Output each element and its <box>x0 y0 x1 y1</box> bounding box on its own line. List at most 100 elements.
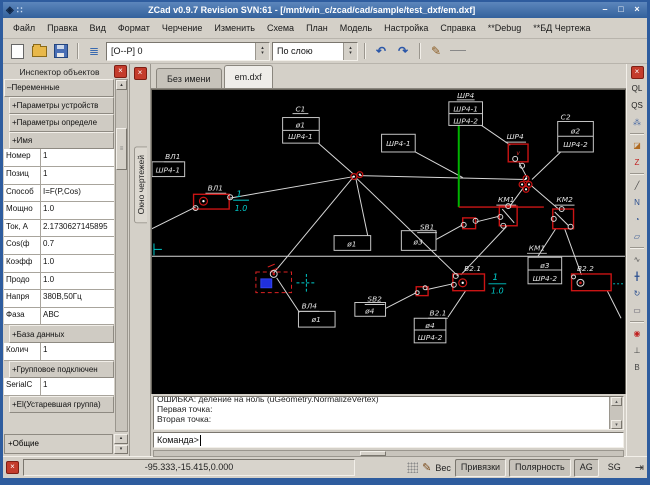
prop-value[interactable]: 1 <box>41 378 114 395</box>
prop-value[interactable]: 1 <box>41 167 114 184</box>
menu-item[interactable]: Формат <box>112 20 156 36</box>
open-file-button[interactable] <box>29 41 49 61</box>
prop-value[interactable]: I=F(P,Cos) <box>41 185 114 202</box>
prop-value[interactable]: 1.0 <box>41 255 114 272</box>
ag-button[interactable]: AG <box>574 459 599 477</box>
scroll-down-icon[interactable]: ▾ <box>611 420 622 429</box>
console-hscrollbar[interactable] <box>153 450 624 457</box>
hscrollbar-thumb[interactable] <box>360 451 386 456</box>
inspector-section-row[interactable]: +El(Устаревшая группа) <box>9 396 114 414</box>
inspector-row[interactable]: Продо1.0 <box>4 273 114 291</box>
prop-value[interactable]: АВС <box>41 308 114 325</box>
inspector-common-row[interactable]: +Общие <box>4 434 113 454</box>
inspector-row[interactable]: ФазаАВС <box>4 308 114 326</box>
inspector-row[interactable]: SerialC1 <box>4 378 114 396</box>
close-right-panel-button[interactable]: × <box>631 66 644 79</box>
shapes-tool-button[interactable]: ▱ <box>628 228 646 244</box>
z-order-button[interactable]: Z <box>628 154 646 170</box>
drawings-window-tab[interactable]: Окно чертежей <box>134 146 147 223</box>
scroll-up-icon[interactable]: ▴ <box>116 80 127 90</box>
menu-item[interactable]: Правка <box>41 20 83 36</box>
inspector-section-row[interactable]: +Имя <box>9 132 114 150</box>
prop-value[interactable]: 380В,50Гц <box>41 290 114 307</box>
prop-value[interactable]: 1 <box>41 149 114 166</box>
menu-item[interactable]: Черчение <box>156 20 209 36</box>
scroll-up-icon[interactable]: ▴ <box>611 397 622 406</box>
color-combo[interactable]: По слою ▴▾ <box>272 42 358 61</box>
rotate-tool-button[interactable]: ↻ <box>628 285 646 301</box>
dock-close-button[interactable]: × <box>134 67 147 80</box>
undo-button[interactable]: ↶ <box>371 41 391 61</box>
save-file-button[interactable] <box>51 41 71 61</box>
rectangle-tool-button[interactable]: ▭ <box>628 302 646 318</box>
donut-tool-button[interactable]: ◉ <box>628 325 646 341</box>
inspector-row[interactable]: Номер1 <box>4 149 114 167</box>
new-file-button[interactable] <box>7 41 27 61</box>
spline-tool-button[interactable]: ∿ <box>628 251 646 267</box>
prop-value[interactable]: 2.1730627145895 <box>41 220 114 237</box>
page-up-button[interactable]: ▴ <box>114 434 128 444</box>
inspector-row[interactable]: Колич1 <box>4 343 114 361</box>
menu-item[interactable]: Справка <box>434 20 481 36</box>
corner-tool-button[interactable]: В <box>628 359 646 375</box>
close-button[interactable]: × <box>630 4 644 16</box>
move-tool-button[interactable]: ╋ <box>628 268 646 284</box>
inspector-scrollbar[interactable]: ▴ ≡ <box>115 79 128 432</box>
pen-style-button[interactable]: ✎ <box>426 41 446 61</box>
inspector-row[interactable]: Cos(ф0.7 <box>4 237 114 255</box>
maximize-button[interactable]: □ <box>614 4 628 16</box>
inspector-section-row[interactable]: +Параметры устройств <box>9 97 114 115</box>
brush-tool-button[interactable]: ◪ <box>628 137 646 153</box>
menu-item[interactable]: **Debug <box>482 20 528 36</box>
qs-button[interactable]: QS <box>628 97 646 113</box>
layer-combo[interactable]: [О--Р] 0 ▴▾ <box>106 42 270 61</box>
inspector-section-row[interactable]: +Групповое подключен <box>9 361 114 379</box>
menu-item[interactable]: Вид <box>84 20 112 36</box>
inspector-section-row[interactable]: +Параметры определе <box>9 114 114 132</box>
menu-item[interactable]: Схема <box>261 20 300 36</box>
menu-item[interactable]: Модель <box>334 20 378 36</box>
prop-value[interactable]: 1 <box>41 343 114 360</box>
redo-button[interactable]: ↷ <box>393 41 413 61</box>
inspector-row[interactable]: Ток, А2.1730627145895 <box>4 220 114 238</box>
inspector-row[interactable]: Позиц1 <box>4 167 114 185</box>
tab-em-dxf[interactable]: em.dxf <box>224 65 273 88</box>
lineweight-pen-icon[interactable]: ✎ <box>422 461 431 474</box>
inspector-row[interactable]: Напря380В,50Гц <box>4 290 114 308</box>
polyline-tool-button[interactable]: N <box>628 194 646 210</box>
statusbar-close-button[interactable]: × <box>6 461 19 474</box>
layers-button[interactable]: ≣ <box>84 41 104 61</box>
console-scrollbar[interactable]: ▴ ▾ <box>609 397 623 429</box>
inspector-close-button[interactable]: × <box>114 65 127 78</box>
drawing-canvas[interactable]: С1ШР4С2ВЛ1ВЛ1ШР4КМ1КМ2SB1КМ1SB2В2.1ВЛ4В2… <box>151 89 626 394</box>
schematic-drawing[interactable]: С1ШР4С2ВЛ1ВЛ1ШР4КМ1КМ2SB1КМ1SB2В2.1ВЛ4В2… <box>152 90 625 394</box>
sg-button[interactable]: SG <box>602 459 627 477</box>
menu-item[interactable]: Файл <box>7 20 41 36</box>
command-input[interactable]: Команда> <box>153 432 624 448</box>
menu-item[interactable]: Изменить <box>208 20 261 36</box>
page-down-button[interactable]: ▾ <box>114 445 128 455</box>
inspector-section-row[interactable]: –Переменные <box>4 79 114 97</box>
menu-item[interactable]: Настройка <box>378 20 434 36</box>
prop-value[interactable]: 1.0 <box>41 273 114 290</box>
inspector-section-row[interactable]: +База данных <box>9 325 114 343</box>
layer-combo-spinner[interactable]: ▴▾ <box>255 43 269 60</box>
inspector-row[interactable]: СпособI=F(P,Cos) <box>4 185 114 203</box>
menu-item[interactable]: План <box>300 20 334 36</box>
object-tree-button[interactable]: ⁂ <box>628 114 646 130</box>
datum-tool-button[interactable]: ⊥ <box>628 342 646 358</box>
ql-button[interactable]: QL <box>628 80 646 96</box>
color-combo-spinner[interactable]: ▴▾ <box>343 43 357 60</box>
snaps-button[interactable]: Привязки <box>455 459 506 477</box>
grid-toggle-icon[interactable] <box>407 462 418 473</box>
minimize-button[interactable]: – <box>598 4 612 16</box>
tab-jump-icon[interactable]: ⇥ <box>635 461 644 474</box>
circle-tool-button[interactable]: ◔ <box>628 211 646 227</box>
line-tool-button[interactable]: ╱ <box>628 177 646 193</box>
linetype-button[interactable] <box>448 41 468 61</box>
inspector-row[interactable]: Коэфф1.0 <box>4 255 114 273</box>
scrollbar-thumb[interactable]: ≡ <box>116 128 127 170</box>
menu-item[interactable]: **БД Чертежа <box>527 20 596 36</box>
tab-untitled[interactable]: Без имени <box>156 68 222 88</box>
prop-value[interactable]: 1.0 <box>41 202 114 219</box>
